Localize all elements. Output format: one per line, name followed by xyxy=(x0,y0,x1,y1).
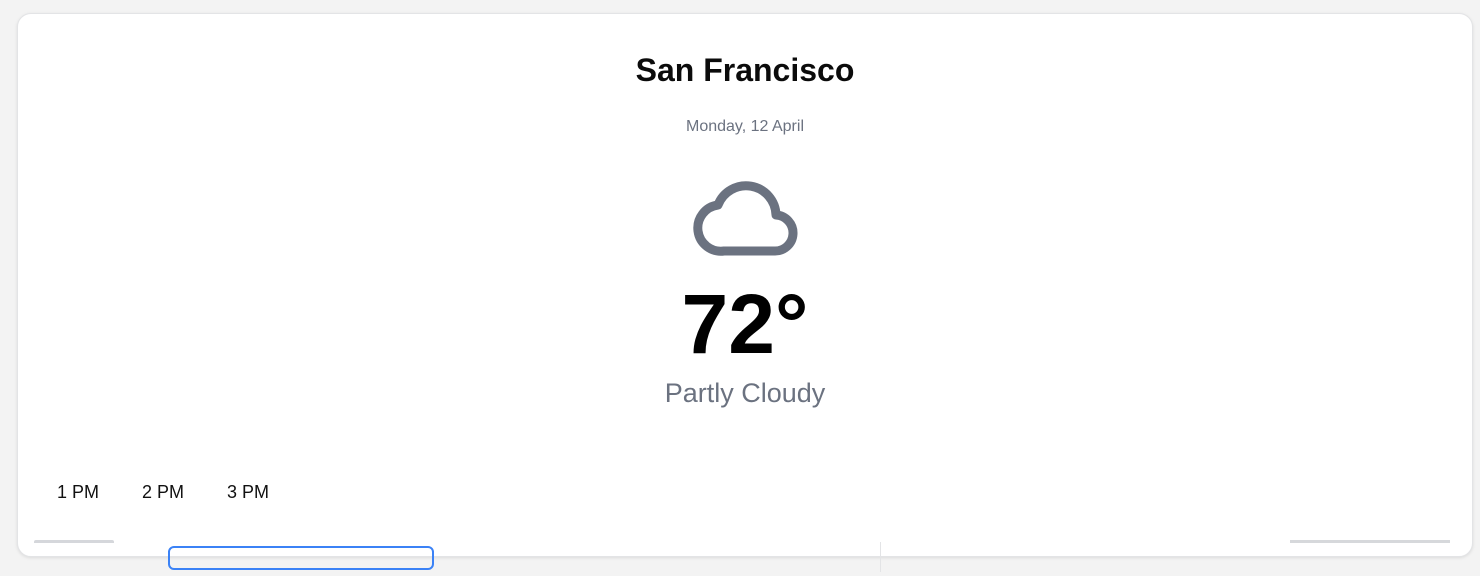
clipped-label xyxy=(34,540,114,551)
city-name: San Francisco xyxy=(635,52,855,88)
clipped-input[interactable] xyxy=(168,546,434,570)
date-label: Monday, 12 April xyxy=(686,118,804,135)
weather-card: San Francisco Monday, 12 April 72° Partl… xyxy=(17,13,1473,557)
clipped-next-section xyxy=(0,536,1480,576)
temperature: 72° xyxy=(681,277,809,371)
hour-tab[interactable]: 3 PM xyxy=(227,482,269,503)
hour-tab[interactable]: 2 PM xyxy=(142,482,184,503)
hourly-forecast: 1 PM 2 PM 3 PM xyxy=(57,482,312,503)
condition-label: Partly Cloudy xyxy=(664,378,826,408)
clipped-right-label xyxy=(1290,540,1450,551)
cloud-icon xyxy=(693,181,798,256)
hour-tab[interactable]: 1 PM xyxy=(57,482,99,503)
divider xyxy=(880,542,881,572)
